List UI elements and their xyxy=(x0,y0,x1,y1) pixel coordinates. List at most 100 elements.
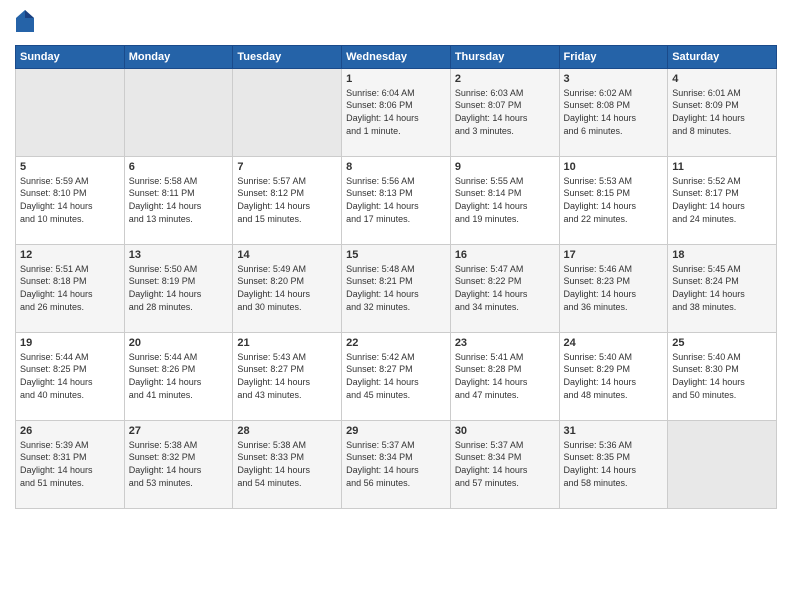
cell-content: Sunrise: 5:50 AMSunset: 8:19 PMDaylight:… xyxy=(129,263,229,313)
day-number: 2 xyxy=(455,73,555,85)
day-header: Tuesday xyxy=(233,45,342,68)
calendar-week-row: 19 Sunrise: 5:44 AMSunset: 8:25 PMDayligh… xyxy=(16,332,777,420)
day-header: Friday xyxy=(559,45,668,68)
calendar-week-row: 5 Sunrise: 5:59 AMSunset: 8:10 PMDaylight… xyxy=(16,156,777,244)
day-number: 6 xyxy=(129,161,229,173)
cell-content: Sunrise: 5:40 AMSunset: 8:29 PMDaylight:… xyxy=(564,351,664,401)
calendar-week-row: 26Sunrise: 5:39 AMSunset: 8:31 PMDayligh… xyxy=(16,420,777,508)
calendar-week-row: 1 Sunrise: 6:04 AMSunset: 8:06 PMDaylight… xyxy=(16,68,777,156)
calendar-cell: 12 Sunrise: 5:51 AMSunset: 8:18 PMDayligh… xyxy=(16,244,125,332)
calendar-cell: 4 Sunrise: 6:01 AMSunset: 8:09 PMDaylight… xyxy=(668,68,777,156)
day-number: 15 xyxy=(346,249,446,261)
cell-content: Sunrise: 5:38 AMSunset: 8:32 PMDaylight:… xyxy=(129,439,229,489)
calendar-cell: 13 Sunrise: 5:50 AMSunset: 8:19 PMDayligh… xyxy=(124,244,233,332)
calendar-cell: 21 Sunrise: 5:43 AMSunset: 8:27 PMDayligh… xyxy=(233,332,342,420)
header xyxy=(15,10,777,37)
calendar-cell: 22Sunrise: 5:42 AMSunset: 8:27 PMDayligh… xyxy=(342,332,451,420)
cell-content: Sunrise: 5:52 AMSunset: 8:17 PMDaylight:… xyxy=(672,175,772,225)
day-number: 10 xyxy=(564,161,664,173)
calendar-cell: 6 Sunrise: 5:58 AMSunset: 8:11 PMDaylight… xyxy=(124,156,233,244)
cell-content: Sunrise: 5:37 AMSunset: 8:34 PMDaylight:… xyxy=(346,439,446,489)
logo-icon xyxy=(16,10,34,32)
day-header: Saturday xyxy=(668,45,777,68)
calendar-cell: 19 Sunrise: 5:44 AMSunset: 8:25 PMDayligh… xyxy=(16,332,125,420)
cell-content: Sunrise: 5:41 AMSunset: 8:28 PMDaylight:… xyxy=(455,351,555,401)
day-header: Wednesday xyxy=(342,45,451,68)
cell-content: Sunrise: 5:58 AMSunset: 8:11 PMDaylight:… xyxy=(129,175,229,225)
day-header: Monday xyxy=(124,45,233,68)
calendar-cell: 25 Sunrise: 5:40 AMSunset: 8:30 PMDayligh… xyxy=(668,332,777,420)
calendar-table: SundayMondayTuesdayWednesdayThursdayFrid… xyxy=(15,45,777,509)
day-number: 3 xyxy=(564,73,664,85)
day-number: 19 xyxy=(20,337,120,349)
calendar-cell: 7 Sunrise: 5:57 AMSunset: 8:12 PMDaylight… xyxy=(233,156,342,244)
cell-content: Sunrise: 5:43 AMSunset: 8:27 PMDaylight:… xyxy=(237,351,337,401)
calendar-cell: 15 Sunrise: 5:48 AMSunset: 8:21 PMDayligh… xyxy=(342,244,451,332)
calendar-cell: 30 Sunrise: 5:37 AMSunset: 8:34 PMDayligh… xyxy=(450,420,559,508)
cell-content: Sunrise: 6:03 AMSunset: 8:07 PMDaylight:… xyxy=(455,87,555,137)
calendar-cell: 20 Sunrise: 5:44 AMSunset: 8:26 PMDayligh… xyxy=(124,332,233,420)
page-container: SundayMondayTuesdayWednesdayThursdayFrid… xyxy=(0,0,792,519)
day-number: 13 xyxy=(129,249,229,261)
calendar-cell: 9 Sunrise: 5:55 AMSunset: 8:14 PMDaylight… xyxy=(450,156,559,244)
calendar-cell: 23 Sunrise: 5:41 AMSunset: 8:28 PMDayligh… xyxy=(450,332,559,420)
day-number: 20 xyxy=(129,337,229,349)
day-number: 1 xyxy=(346,73,446,85)
cell-content: Sunrise: 5:48 AMSunset: 8:21 PMDaylight:… xyxy=(346,263,446,313)
day-number: 7 xyxy=(237,161,337,173)
cell-content: Sunrise: 5:45 AMSunset: 8:24 PMDaylight:… xyxy=(672,263,772,313)
cell-content: Sunrise: 5:53 AMSunset: 8:15 PMDaylight:… xyxy=(564,175,664,225)
day-number: 8 xyxy=(346,161,446,173)
cell-content: Sunrise: 5:36 AMSunset: 8:35 PMDaylight:… xyxy=(564,439,664,489)
cell-content: Sunrise: 5:51 AMSunset: 8:18 PMDaylight:… xyxy=(20,263,120,313)
day-number: 12 xyxy=(20,249,120,261)
logo xyxy=(15,10,36,37)
calendar-cell: 26Sunrise: 5:39 AMSunset: 8:31 PMDayligh… xyxy=(16,420,125,508)
cell-content: Sunrise: 5:56 AMSunset: 8:13 PMDaylight:… xyxy=(346,175,446,225)
cell-content: Sunrise: 5:49 AMSunset: 8:20 PMDaylight:… xyxy=(237,263,337,313)
cell-content: Sunrise: 5:59 AMSunset: 8:10 PMDaylight:… xyxy=(20,175,120,225)
day-number: 4 xyxy=(672,73,772,85)
calendar-cell xyxy=(124,68,233,156)
day-number: 14 xyxy=(237,249,337,261)
cell-content: Sunrise: 5:55 AMSunset: 8:14 PMDaylight:… xyxy=(455,175,555,225)
calendar-cell: 31 Sunrise: 5:36 AMSunset: 8:35 PMDayligh… xyxy=(559,420,668,508)
calendar-cell: 1 Sunrise: 6:04 AMSunset: 8:06 PMDaylight… xyxy=(342,68,451,156)
logo-text xyxy=(15,10,36,37)
calendar-cell: 5 Sunrise: 5:59 AMSunset: 8:10 PMDaylight… xyxy=(16,156,125,244)
calendar-cell: 8 Sunrise: 5:56 AMSunset: 8:13 PMDaylight… xyxy=(342,156,451,244)
header-row: SundayMondayTuesdayWednesdayThursdayFrid… xyxy=(16,45,777,68)
day-number: 30 xyxy=(455,425,555,437)
calendar-cell xyxy=(16,68,125,156)
calendar-cell: 11 Sunrise: 5:52 AMSunset: 8:17 PMDayligh… xyxy=(668,156,777,244)
day-number: 18 xyxy=(672,249,772,261)
day-header: Thursday xyxy=(450,45,559,68)
cell-content: Sunrise: 5:57 AMSunset: 8:12 PMDaylight:… xyxy=(237,175,337,225)
calendar-cell: 3 Sunrise: 6:02 AMSunset: 8:08 PMDaylight… xyxy=(559,68,668,156)
cell-content: Sunrise: 5:40 AMSunset: 8:30 PMDaylight:… xyxy=(672,351,772,401)
cell-content: Sunrise: 6:04 AMSunset: 8:06 PMDaylight:… xyxy=(346,87,446,137)
cell-content: Sunrise: 5:46 AMSunset: 8:23 PMDaylight:… xyxy=(564,263,664,313)
day-number: 26 xyxy=(20,425,120,437)
cell-content: Sunrise: 5:44 AMSunset: 8:25 PMDaylight:… xyxy=(20,351,120,401)
day-number: 29 xyxy=(346,425,446,437)
day-number: 5 xyxy=(20,161,120,173)
day-number: 23 xyxy=(455,337,555,349)
day-number: 16 xyxy=(455,249,555,261)
day-header: Sunday xyxy=(16,45,125,68)
day-number: 21 xyxy=(237,337,337,349)
day-number: 31 xyxy=(564,425,664,437)
cell-content: Sunrise: 6:02 AMSunset: 8:08 PMDaylight:… xyxy=(564,87,664,137)
cell-content: Sunrise: 5:44 AMSunset: 8:26 PMDaylight:… xyxy=(129,351,229,401)
calendar-cell: 24Sunrise: 5:40 AMSunset: 8:29 PMDayligh… xyxy=(559,332,668,420)
cell-content: Sunrise: 5:37 AMSunset: 8:34 PMDaylight:… xyxy=(455,439,555,489)
calendar-cell xyxy=(233,68,342,156)
day-number: 27 xyxy=(129,425,229,437)
day-number: 25 xyxy=(672,337,772,349)
calendar-cell: 2 Sunrise: 6:03 AMSunset: 8:07 PMDaylight… xyxy=(450,68,559,156)
cell-content: Sunrise: 6:01 AMSunset: 8:09 PMDaylight:… xyxy=(672,87,772,137)
calendar-cell: 29 Sunrise: 5:37 AMSunset: 8:34 PMDayligh… xyxy=(342,420,451,508)
day-number: 9 xyxy=(455,161,555,173)
calendar-cell xyxy=(668,420,777,508)
day-number: 11 xyxy=(672,161,772,173)
